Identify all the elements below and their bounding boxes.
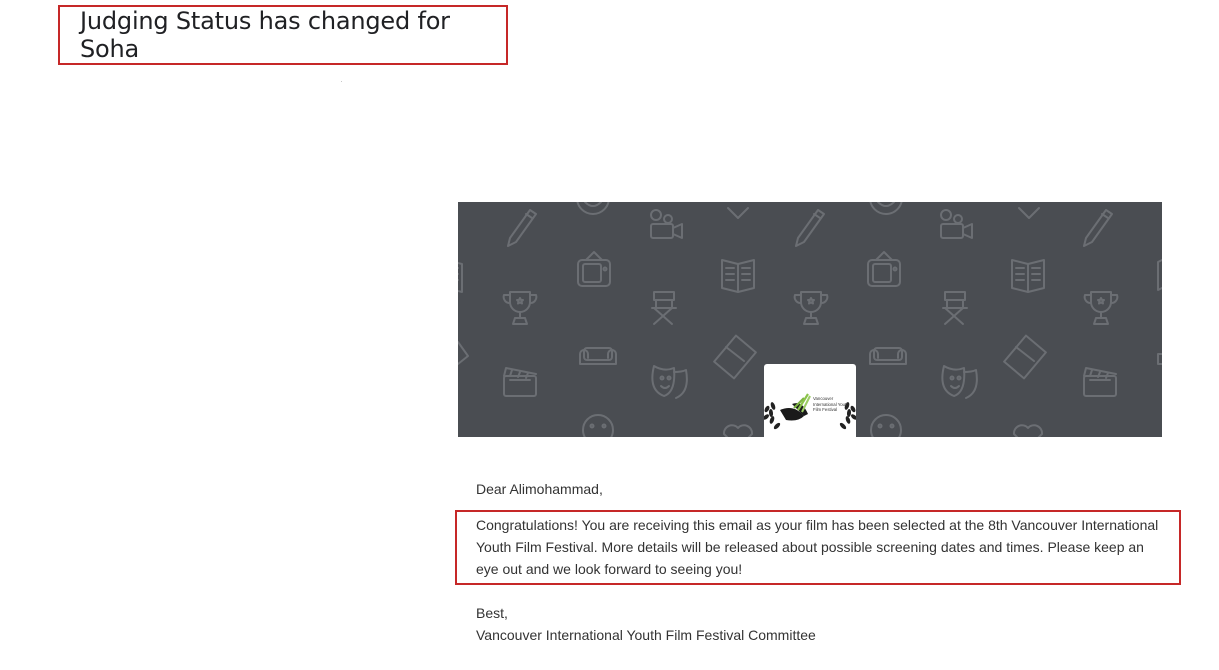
director-chair-icon	[942, 291, 968, 325]
heart-icon	[727, 207, 749, 219]
email-subject: Judging Status has changed for Soha	[80, 7, 450, 63]
pencil-icon	[795, 209, 825, 247]
email-signature: Vancouver International Youth Film Festi…	[476, 627, 816, 643]
book-icon	[1011, 259, 1045, 293]
heart-icon	[1012, 424, 1044, 437]
festival-logo: Vancouver International Youth Film Festi…	[763, 364, 857, 437]
pencil-icon	[1083, 209, 1113, 247]
heart-icon	[1018, 207, 1040, 219]
film-strip-icon	[1003, 334, 1047, 380]
smiley-icon	[576, 202, 610, 215]
trophy-icon	[502, 291, 538, 325]
subject-highlight-box: Judging Status has changed for Soha	[58, 5, 508, 65]
camera-icon	[940, 209, 973, 239]
email-signoff: Best,	[476, 605, 508, 621]
email-view: Judging Status has changed for Soha Vanc…	[0, 0, 1219, 670]
email-message: Congratulations! You are receiving this …	[476, 517, 1159, 577]
trophy-icon	[793, 291, 829, 325]
smiley-icon	[870, 414, 902, 437]
tv-icon	[577, 251, 611, 287]
director-chair-icon	[651, 291, 677, 325]
sofa-icon	[869, 347, 907, 365]
sofa-icon	[579, 347, 617, 365]
pencil-icon	[507, 209, 537, 247]
trophy-icon	[1083, 291, 1119, 325]
email-banner: Vancouver International Youth Film Festi…	[458, 202, 1162, 437]
smiley-icon	[869, 202, 903, 215]
book-icon	[721, 259, 755, 293]
tv-icon	[867, 251, 901, 287]
logo-text: Vancouver International Youth Film Festi…	[813, 396, 849, 413]
heart-icon	[722, 424, 754, 437]
book-icon	[458, 261, 463, 293]
divider-dot	[341, 81, 342, 82]
smiley-icon	[582, 414, 614, 437]
book-icon	[1157, 259, 1162, 291]
clapperboard-icon	[503, 367, 537, 397]
clapperboard-icon	[1083, 367, 1117, 397]
film-strip-icon	[458, 341, 469, 365]
theater-mask-icon	[651, 365, 688, 399]
theater-mask-icon	[941, 365, 978, 399]
sofa-icon	[1157, 353, 1162, 365]
email-greeting: Dear Alimohammad,	[476, 481, 603, 497]
film-strip-icon	[713, 334, 757, 380]
camera-icon	[650, 209, 683, 239]
